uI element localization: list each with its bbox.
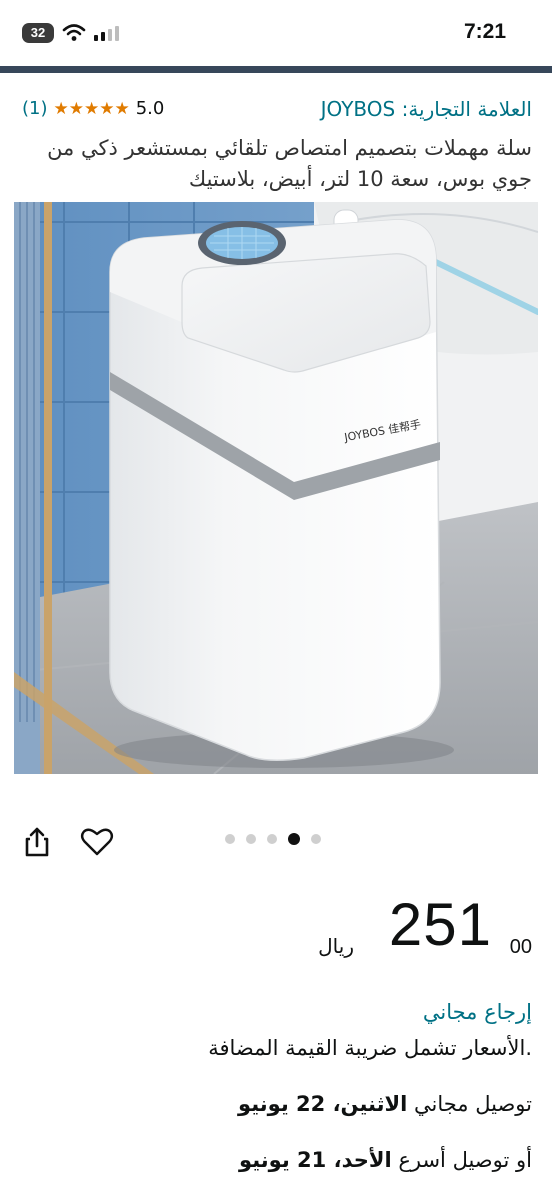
carousel-dot[interactable] [311, 834, 321, 844]
rating-count[interactable]: (1) [22, 98, 48, 119]
image-carousel-dots[interactable] [225, 833, 321, 845]
signal-icon [94, 25, 119, 41]
battery-indicator: 32 [22, 23, 54, 43]
delivery-date: الاثنين، 22 يونيو [238, 1092, 408, 1116]
wifi-icon [62, 24, 86, 41]
product-image[interactable]: JOYBOS 佳帮手 [14, 202, 538, 774]
delivery-info: توصيل مجاني الاثنين، 22 يونيو [238, 1092, 532, 1116]
price-fraction: 00 [509, 936, 532, 958]
free-returns-link[interactable]: إرجاع مجاني [423, 1000, 532, 1024]
price-currency: ريال [318, 934, 354, 958]
fast-delivery-date: الأحد، 21 يونيو [239, 1148, 392, 1172]
status-bar: 32 7:21 [0, 0, 552, 64]
carousel-dot-active[interactable] [288, 833, 300, 845]
rating-value: 5.0 [135, 98, 165, 119]
product-page: 32 7:21 العلامة التجارية: JOYBOS (1) ★★★… [0, 0, 552, 1195]
price-whole: 251 [388, 891, 492, 958]
carousel-dot[interactable] [267, 834, 277, 844]
status-time: 7:21 [463, 20, 506, 43]
heart-icon[interactable] [80, 826, 114, 858]
delivery-prefix: توصيل مجاني [407, 1092, 532, 1116]
brand-link[interactable]: العلامة التجارية: JOYBOS [321, 97, 532, 121]
product-title: سلة مهملات بتصميم امتصاص تلقائي بمستشعر … [47, 136, 532, 191]
carousel-dot[interactable] [246, 834, 256, 844]
status-indicators: 32 [22, 22, 119, 44]
star-rating-icon: ★★★★★ [53, 98, 130, 119]
brand-rating-row: العلامة التجارية: JOYBOS (1) ★★★★★ 5.0 [18, 97, 532, 127]
share-icon[interactable] [24, 826, 50, 858]
fast-delivery-prefix: أو توصيل أسرع [391, 1148, 532, 1172]
price-block: 00 251 ريال [232, 892, 532, 972]
fast-delivery-info: أو توصيل أسرع الأحد، 21 يونيو [239, 1148, 532, 1172]
rating-summary[interactable]: (1) ★★★★★ 5.0 [22, 98, 164, 119]
carousel-dot[interactable] [225, 834, 235, 844]
header-bar [0, 66, 552, 73]
vat-note: .الأسعار تشمل ضريبة القيمة المضافة [208, 1036, 532, 1060]
